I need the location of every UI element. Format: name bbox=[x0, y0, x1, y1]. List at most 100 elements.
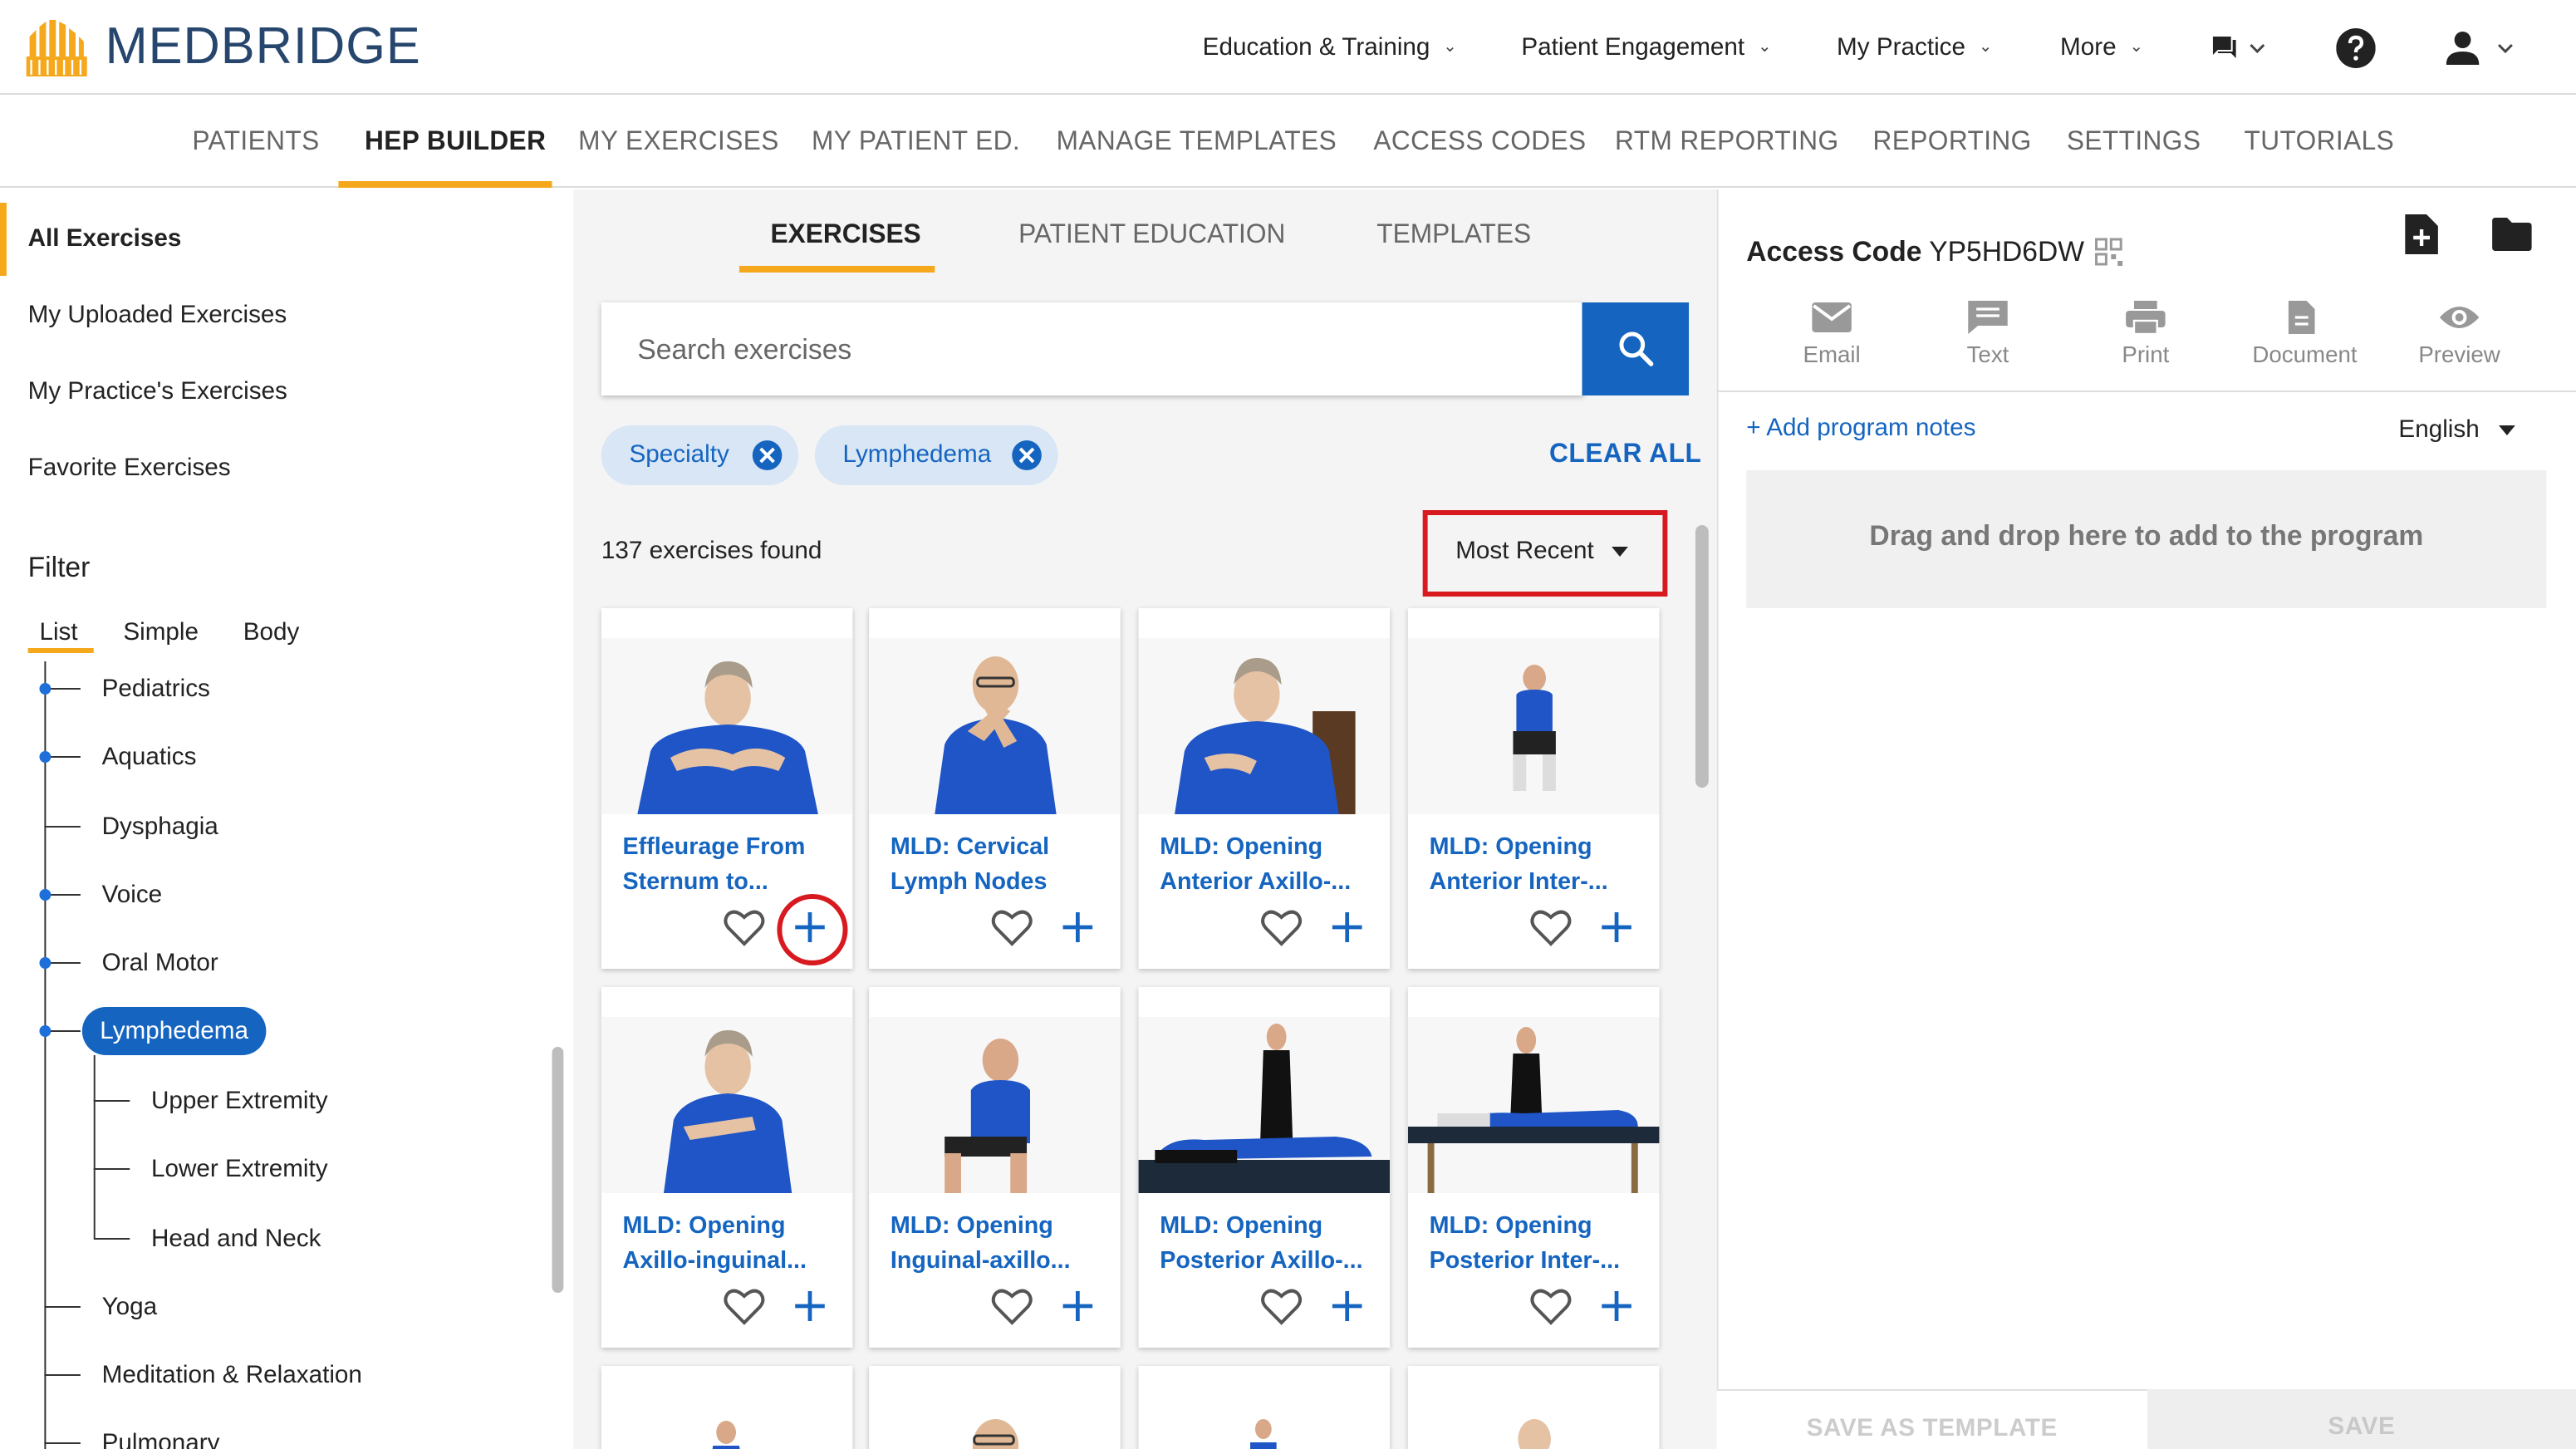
favorite-heart-icon[interactable] bbox=[991, 907, 1033, 947]
chat-icon[interactable] bbox=[2211, 35, 2267, 61]
subnav-my-patient-ed[interactable]: MY PATIENT ED. bbox=[812, 128, 1020, 158]
favorite-heart-icon[interactable] bbox=[723, 907, 765, 947]
print-action[interactable]: Print bbox=[2097, 299, 2196, 367]
add-exercise-button[interactable] bbox=[1600, 911, 1633, 944]
drop-zone-text: Drag and drop here to add to the program bbox=[1869, 520, 2424, 552]
tab-exercises[interactable]: EXERCISES bbox=[771, 221, 921, 251]
favorite-heart-icon[interactable] bbox=[1529, 1286, 1572, 1326]
save-as-template-button[interactable]: SAVE AS TEMPLATE bbox=[1716, 1389, 2147, 1449]
nav-more[interactable]: More ⌄ bbox=[2060, 33, 2143, 61]
close-icon[interactable] bbox=[1012, 440, 1042, 470]
sidebar-item-favorites[interactable]: Favorite Exercises bbox=[28, 454, 231, 482]
exercise-title[interactable]: MLD: Opening Anterior Axillo-... bbox=[1160, 831, 1376, 901]
tree-item-dysphagia[interactable]: Dysphagia bbox=[102, 813, 218, 841]
preview-action[interactable]: Preview bbox=[2410, 299, 2509, 367]
exercise-card[interactable]: MLD: Cervical Lymph Nodes bbox=[869, 608, 1121, 969]
sidebar-item-my-uploaded[interactable]: My Uploaded Exercises bbox=[28, 301, 287, 329]
filter-chip-lymphedema[interactable]: Lymphedema bbox=[814, 425, 1058, 485]
exercise-card-partial[interactable] bbox=[1138, 1366, 1391, 1449]
tree-item-yoga[interactable]: Yoga bbox=[102, 1293, 158, 1321]
save-button[interactable]: SAVE bbox=[2147, 1389, 2576, 1449]
chevron-down-icon: ⌄ bbox=[1978, 38, 1993, 56]
filter-tab-list[interactable]: List bbox=[39, 618, 77, 646]
exercise-title[interactable]: Effleurage From Sternum to... bbox=[623, 831, 840, 901]
exercise-card-partial[interactable] bbox=[869, 1366, 1121, 1449]
exercise-card[interactable]: MLD: Opening Axillo-inguinal... bbox=[601, 987, 853, 1348]
tree-item-pediatrics[interactable]: Pediatrics bbox=[102, 675, 210, 703]
brand-name[interactable]: MEDBRIDGE bbox=[105, 17, 421, 76]
add-exercise-button[interactable] bbox=[1331, 911, 1364, 944]
tab-templates[interactable]: TEMPLATES bbox=[1376, 221, 1531, 251]
add-exercise-button[interactable] bbox=[1331, 1289, 1364, 1323]
tree-item-voice[interactable]: Voice bbox=[102, 881, 163, 909]
subnav-settings[interactable]: SETTINGS bbox=[2067, 128, 2201, 158]
exercise-card-partial[interactable] bbox=[601, 1366, 853, 1449]
add-exercise-button[interactable] bbox=[1062, 911, 1095, 944]
search-button[interactable] bbox=[1582, 302, 1690, 395]
filter-tab-body[interactable]: Body bbox=[243, 618, 300, 646]
favorite-heart-icon[interactable] bbox=[1260, 1286, 1303, 1326]
tree-item-pulmonary[interactable]: Pulmonary bbox=[102, 1429, 220, 1449]
qr-code-icon[interactable] bbox=[2095, 238, 2123, 266]
subnav-manage-templates[interactable]: MANAGE TEMPLATES bbox=[1057, 128, 1337, 158]
new-document-icon[interactable] bbox=[2403, 213, 2440, 256]
tree-item-oral-motor[interactable]: Oral Motor bbox=[102, 949, 218, 977]
email-action[interactable]: Email bbox=[1783, 299, 1882, 367]
filter-chip-specialty[interactable]: Specialty bbox=[601, 425, 799, 485]
folder-icon[interactable] bbox=[2490, 216, 2533, 253]
exercise-title[interactable]: MLD: Opening Posterior Axillo-... bbox=[1160, 1210, 1376, 1280]
add-exercise-button[interactable] bbox=[793, 1289, 827, 1323]
add-exercise-button[interactable] bbox=[1600, 1289, 1633, 1323]
favorite-heart-icon[interactable] bbox=[1529, 907, 1572, 947]
exercise-card[interactable]: MLD: Opening Inguinal-axillo... bbox=[869, 987, 1121, 1348]
document-action[interactable]: Document bbox=[2252, 299, 2358, 367]
subnav-my-exercises[interactable]: MY EXERCISES bbox=[578, 128, 779, 158]
exercise-title[interactable]: MLD: Opening Inguinal-axillo... bbox=[891, 1210, 1107, 1280]
sidebar-item-my-practice[interactable]: My Practice's Exercises bbox=[28, 377, 287, 405]
clear-all-button[interactable]: CLEAR ALL bbox=[1549, 440, 1701, 470]
add-exercise-button[interactable] bbox=[1062, 1289, 1095, 1323]
exercise-card[interactable]: MLD: Opening Posterior Axillo-... bbox=[1138, 987, 1391, 1348]
exercise-title[interactable]: MLD: Opening Axillo-inguinal... bbox=[623, 1210, 840, 1280]
subnav-patients[interactable]: PATIENTS bbox=[192, 128, 319, 158]
nav-my-practice[interactable]: My Practice ⌄ bbox=[1837, 33, 1992, 61]
tree-branch bbox=[44, 1374, 81, 1376]
subnav-tutorials[interactable]: TUTORIALS bbox=[2245, 128, 2395, 158]
add-program-notes-link[interactable]: + Add program notes bbox=[1746, 414, 1975, 442]
exercise-card[interactable]: MLD: Opening Anterior Inter-... bbox=[1407, 608, 1660, 969]
tree-item-lymphedema-selected[interactable]: Lymphedema bbox=[81, 1007, 267, 1055]
language-select[interactable]: English bbox=[2398, 415, 2479, 444]
tree-item-aquatics[interactable]: Aquatics bbox=[102, 743, 197, 771]
medbridge-logo-icon[interactable] bbox=[26, 20, 87, 76]
user-icon[interactable] bbox=[2446, 30, 2519, 66]
favorite-heart-icon[interactable] bbox=[723, 1286, 765, 1326]
search-placeholder: Search exercises bbox=[637, 334, 852, 366]
tree-item-meditation[interactable]: Meditation & Relaxation bbox=[102, 1361, 362, 1389]
nav-patient-engagement[interactable]: Patient Engagement ⌄ bbox=[1521, 33, 1771, 61]
exercise-title[interactable]: MLD: Cervical Lymph Nodes bbox=[891, 831, 1107, 901]
subnav-reporting[interactable]: REPORTING bbox=[1873, 128, 2032, 158]
sidebar-item-all-exercises[interactable]: All Exercises bbox=[28, 224, 182, 253]
filter-tab-simple[interactable]: Simple bbox=[123, 618, 199, 646]
exercise-card-partial[interactable] bbox=[1407, 1366, 1660, 1449]
close-icon[interactable] bbox=[752, 440, 783, 470]
nav-education-training[interactable]: Education & Training ⌄ bbox=[1203, 33, 1457, 61]
exercise-card[interactable]: MLD: Opening Anterior Axillo-... bbox=[1138, 608, 1391, 969]
subnav-rtm-reporting[interactable]: RTM REPORTING bbox=[1615, 128, 1838, 158]
tree-item-head-and-neck[interactable]: Head and Neck bbox=[151, 1225, 321, 1253]
subnav-access-codes[interactable]: ACCESS CODES bbox=[1373, 128, 1586, 158]
tab-patient-education[interactable]: PATIENT EDUCATION bbox=[1018, 221, 1285, 251]
exercise-card[interactable]: MLD: Opening Posterior Inter-... bbox=[1407, 987, 1660, 1348]
favorite-heart-icon[interactable] bbox=[991, 1286, 1033, 1326]
text-action[interactable]: Text bbox=[1939, 299, 2038, 367]
exercise-list-scrollbar[interactable] bbox=[1695, 525, 1709, 788]
sidebar-scrollbar[interactable] bbox=[552, 1047, 564, 1293]
help-icon[interactable] bbox=[2336, 28, 2376, 68]
subnav-hep-builder[interactable]: HEP BUILDER bbox=[365, 128, 546, 158]
favorite-heart-icon[interactable] bbox=[1260, 907, 1303, 947]
text-label: Text bbox=[1966, 341, 2009, 367]
exercise-title[interactable]: MLD: Opening Anterior Inter-... bbox=[1430, 831, 1646, 901]
tree-item-upper-extremity[interactable]: Upper Extremity bbox=[151, 1087, 328, 1115]
exercise-title[interactable]: MLD: Opening Posterior Inter-... bbox=[1430, 1210, 1646, 1280]
tree-item-lower-extremity[interactable]: Lower Extremity bbox=[151, 1155, 328, 1183]
